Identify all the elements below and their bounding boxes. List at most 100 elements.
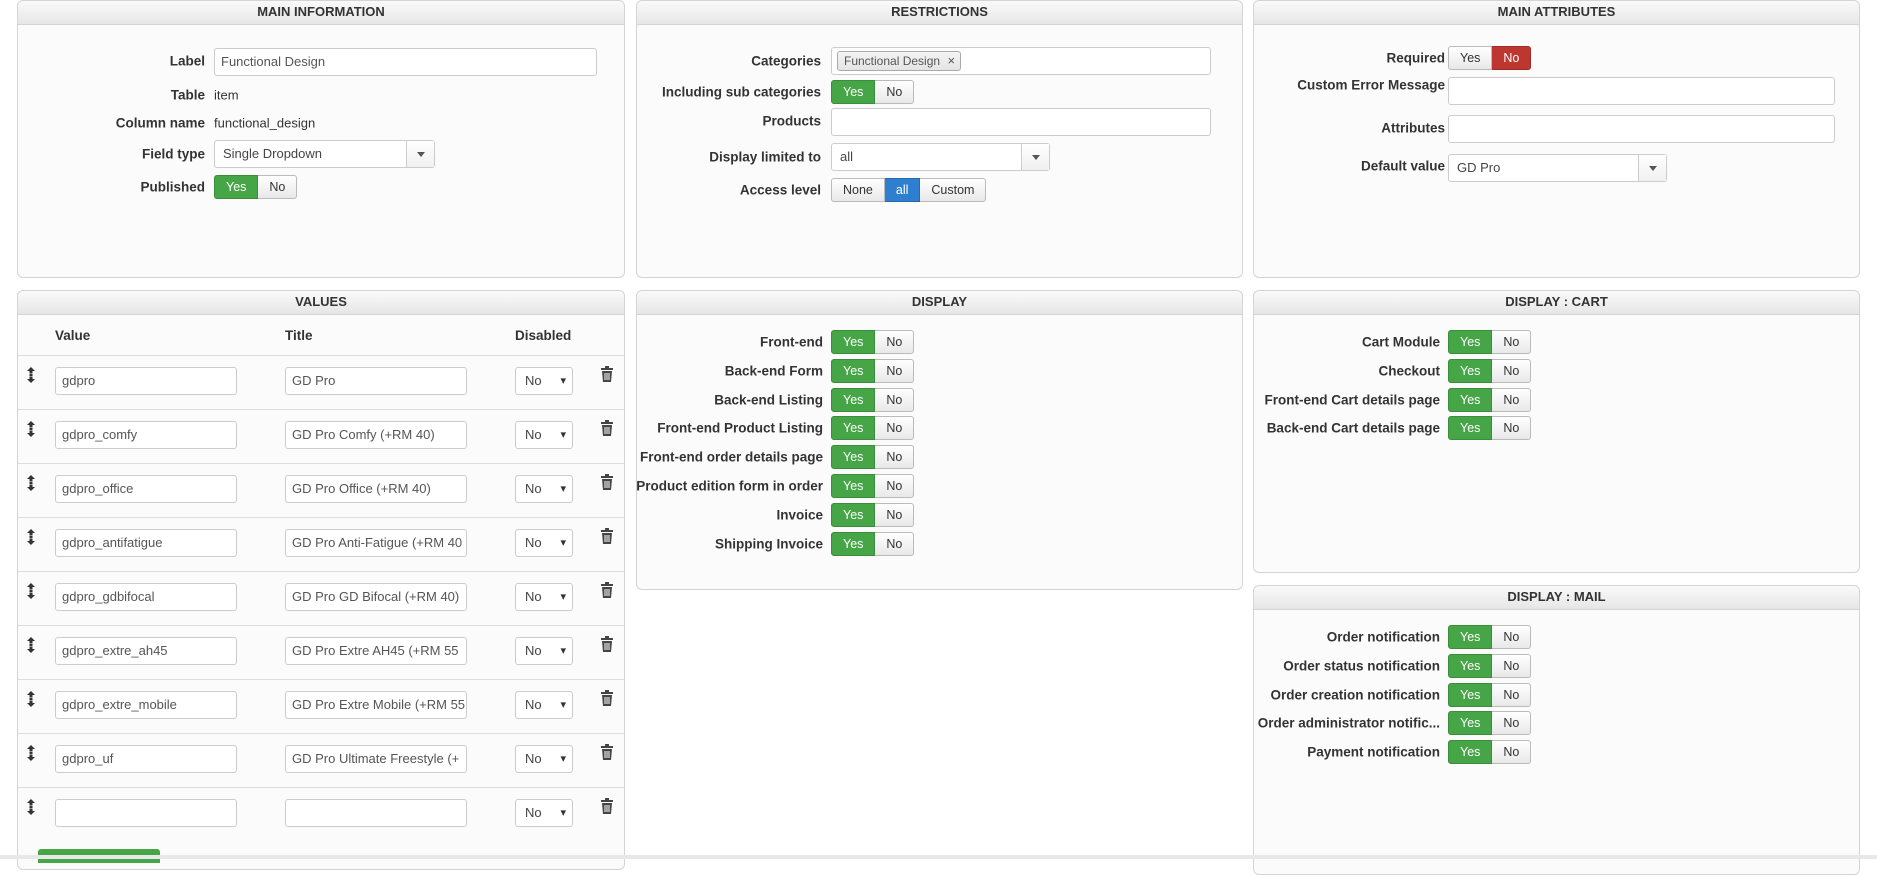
drag-handle-icon[interactable] <box>24 637 38 653</box>
value-input[interactable]: gdpro_office <box>55 475 237 503</box>
default-value-select[interactable]: GD Pro <box>1448 154 1667 182</box>
display-cart-item-toggle[interactable]: Yes No <box>1448 330 1532 354</box>
close-icon[interactable]: × <box>947 52 955 70</box>
no-button[interactable]: No <box>875 358 915 383</box>
no-button[interactable]: No <box>1492 711 1532 736</box>
yes-button[interactable]: Yes <box>1448 387 1493 412</box>
trash-icon[interactable] <box>600 474 614 490</box>
attributes-input[interactable] <box>1448 115 1835 143</box>
value-input[interactable]: gdpro_uf <box>55 745 237 773</box>
access-none-button[interactable]: None <box>831 178 885 202</box>
no-button[interactable]: No <box>875 445 915 470</box>
no-button[interactable]: No <box>1492 682 1532 707</box>
disabled-select[interactable]: No <box>515 691 573 719</box>
display-item-toggle[interactable]: Yes No <box>831 445 915 470</box>
no-button[interactable]: No <box>1492 740 1532 765</box>
categories-input[interactable]: Functional Design × <box>831 47 1211 75</box>
no-button[interactable]: No <box>875 502 915 527</box>
disabled-select[interactable]: No <box>515 529 573 557</box>
drag-handle-icon[interactable] <box>24 583 38 599</box>
no-button[interactable]: No <box>1492 358 1532 383</box>
drag-handle-icon[interactable] <box>24 475 38 491</box>
drag-handle-icon[interactable] <box>24 367 38 383</box>
display-limited-select[interactable]: all <box>831 143 1050 171</box>
disabled-select[interactable]: No <box>515 583 573 611</box>
yes-button[interactable]: Yes <box>1448 358 1493 383</box>
required-toggle[interactable]: Yes No <box>1448 46 1532 70</box>
required-no-button[interactable]: No <box>1492 46 1532 70</box>
label-input[interactable]: Functional Design <box>214 48 597 76</box>
title-input[interactable]: GD Pro Extre Mobile (+RM 55 <box>285 691 467 719</box>
yes-button[interactable]: Yes <box>831 330 876 354</box>
title-input[interactable]: GD Pro GD Bifocal (+RM 40) <box>285 583 467 611</box>
disabled-select[interactable]: No <box>515 367 573 395</box>
title-input[interactable] <box>285 799 467 827</box>
required-yes-button[interactable]: Yes <box>1448 46 1493 70</box>
no-button[interactable]: No <box>875 474 915 498</box>
display-cart-item-toggle[interactable]: Yes No <box>1448 358 1532 383</box>
no-button[interactable]: No <box>1492 330 1532 354</box>
products-input[interactable] <box>831 108 1211 136</box>
trash-icon[interactable] <box>600 744 614 760</box>
trash-icon[interactable] <box>600 636 614 652</box>
yes-button[interactable]: Yes <box>831 445 876 470</box>
yes-button[interactable]: Yes <box>1448 330 1493 354</box>
drag-handle-icon[interactable] <box>24 745 38 761</box>
drag-handle-icon[interactable] <box>24 421 38 437</box>
display-item-toggle[interactable]: Yes No <box>831 416 915 441</box>
value-input[interactable] <box>55 799 237 827</box>
access-custom-button[interactable]: Custom <box>920 178 987 202</box>
display-cart-item-toggle[interactable]: Yes No <box>1448 387 1532 412</box>
category-tag[interactable]: Functional Design × <box>837 51 962 71</box>
title-input[interactable]: GD Pro Anti-Fatigue (+RM 40 <box>285 529 467 557</box>
no-button[interactable]: No <box>1492 387 1532 412</box>
yes-button[interactable]: Yes <box>831 531 876 556</box>
yes-button[interactable]: Yes <box>1448 711 1493 736</box>
trash-icon[interactable] <box>600 420 614 436</box>
trash-icon[interactable] <box>600 690 614 706</box>
subcategories-toggle[interactable]: Yes No <box>831 80 915 104</box>
custom-error-input[interactable] <box>1448 77 1835 105</box>
yes-button[interactable]: Yes <box>1448 416 1493 441</box>
no-button[interactable]: No <box>875 387 915 412</box>
field-type-select[interactable]: Single Dropdown <box>214 140 435 168</box>
yes-button[interactable]: Yes <box>1448 653 1493 678</box>
published-yes-button[interactable]: Yes <box>214 175 259 199</box>
trash-icon[interactable] <box>600 582 614 598</box>
trash-icon[interactable] <box>600 366 614 382</box>
display-mail-item-toggle[interactable]: Yes No <box>1448 740 1532 765</box>
disabled-select[interactable]: No <box>515 421 573 449</box>
horizontal-scrollbar[interactable] <box>0 855 1877 859</box>
display-mail-item-toggle[interactable]: Yes No <box>1448 682 1532 707</box>
disabled-select[interactable]: No <box>515 799 573 827</box>
display-item-toggle[interactable]: Yes No <box>831 474 915 498</box>
value-input[interactable]: gdpro <box>55 367 237 395</box>
display-mail-item-toggle[interactable]: Yes No <box>1448 653 1532 678</box>
trash-icon[interactable] <box>600 798 614 814</box>
display-item-toggle[interactable]: Yes No <box>831 531 915 556</box>
value-input[interactable]: gdpro_antifatigue <box>55 529 237 557</box>
yes-button[interactable]: Yes <box>831 502 876 527</box>
display-item-toggle[interactable]: Yes No <box>831 358 915 383</box>
yes-button[interactable]: Yes <box>831 416 876 441</box>
yes-button[interactable]: Yes <box>831 387 876 412</box>
yes-button[interactable]: Yes <box>1448 625 1493 649</box>
title-input[interactable]: GD Pro Extre AH45 (+RM 55 <box>285 637 467 665</box>
published-no-button[interactable]: No <box>258 175 298 199</box>
title-input[interactable]: GD Pro <box>285 367 467 395</box>
no-button[interactable]: No <box>1492 653 1532 678</box>
disabled-select[interactable]: No <box>515 475 573 503</box>
display-item-toggle[interactable]: Yes No <box>831 387 915 412</box>
drag-handle-icon[interactable] <box>24 691 38 707</box>
subcategories-yes-button[interactable]: Yes <box>831 80 876 104</box>
access-level-toggle[interactable]: None all Custom <box>831 178 987 202</box>
value-input[interactable]: gdpro_extre_ah45 <box>55 637 237 665</box>
yes-button[interactable]: Yes <box>831 474 876 498</box>
display-mail-item-toggle[interactable]: Yes No <box>1448 625 1532 649</box>
disabled-select[interactable]: No <box>515 745 573 773</box>
published-toggle[interactable]: Yes No <box>214 175 298 199</box>
yes-button[interactable]: Yes <box>1448 740 1493 765</box>
value-input[interactable]: gdpro_extre_mobile <box>55 691 237 719</box>
no-button[interactable]: No <box>1492 416 1532 441</box>
title-input[interactable]: GD Pro Office (+RM 40) <box>285 475 467 503</box>
